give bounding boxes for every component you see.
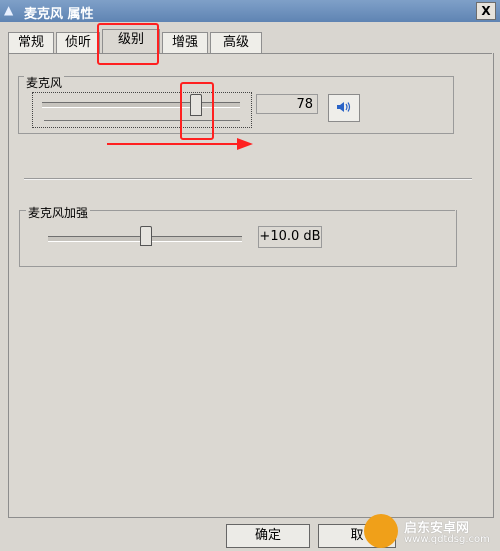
watermark-logo [364, 514, 398, 548]
mic-boost-group-label: 麦克风加强 [26, 204, 91, 221]
panel-divider [8, 53, 492, 54]
tab-listen[interactable]: 侦听 [56, 32, 100, 53]
tab-enhancements[interactable]: 增强 [162, 32, 208, 53]
annotation-highlight-thumb [180, 82, 214, 140]
tab-advanced[interactable]: 高级 [210, 32, 262, 53]
boost-slider-thumb[interactable] [140, 226, 152, 246]
speaker-icon [336, 99, 352, 118]
ok-button[interactable]: 确定 [226, 524, 310, 548]
mic-boost-value: +10.0 dB [258, 226, 322, 248]
mute-button[interactable] [328, 94, 360, 122]
annotation-highlight-tab [97, 23, 159, 65]
tab-general[interactable]: 常规 [8, 32, 54, 53]
mic-level-group-label: 麦克风 [24, 74, 65, 91]
mic-slider-focus [32, 92, 252, 128]
app-icon: ▲ [4, 3, 14, 17]
annotation-arrow-icon [107, 138, 253, 150]
watermark: 启东安卓网 www.qdtdsg.com [364, 514, 496, 548]
window-title: 麦克风 属性 [24, 7, 94, 22]
watermark-url: www.qdtdsg.com [404, 534, 490, 545]
mic-level-value: 78 [256, 94, 318, 114]
close-icon[interactable]: X [476, 2, 496, 20]
section-separator [24, 178, 472, 180]
title-bar: ▲ 麦克风 属性 X [0, 0, 500, 22]
